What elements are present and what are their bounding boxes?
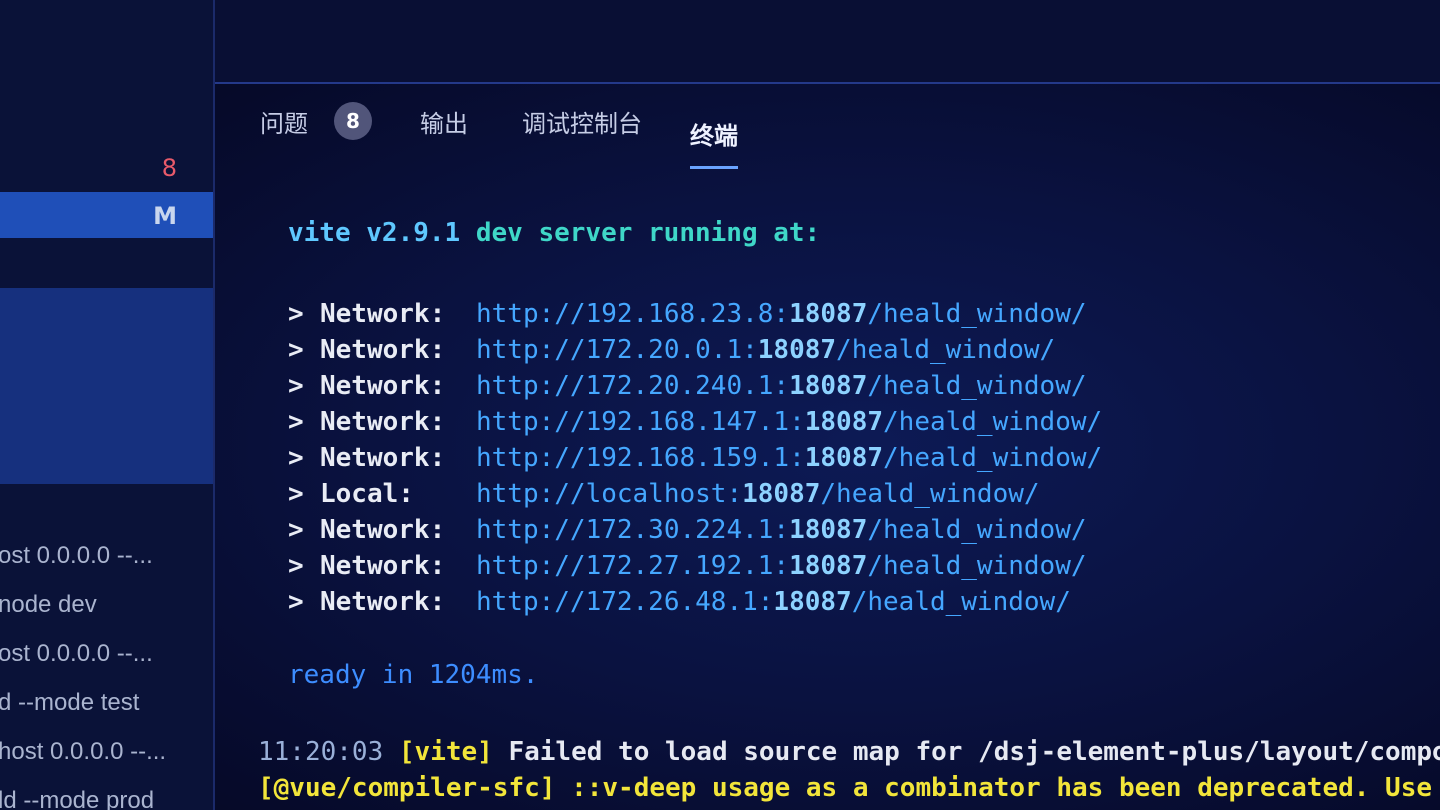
address-row: > Network: http://192.168.147.1:18087/he… — [288, 404, 1102, 440]
address-url[interactable]: http://172.20.0.1:18087/heald_window/ — [476, 332, 1055, 368]
warning-tag: [@vue/compiler-sfc] — [258, 773, 556, 803]
vite-banner: vite v2.9.1 dev server running at: — [288, 218, 1102, 248]
arrow-icon: > — [288, 515, 304, 545]
ready-message: ready in 1204ms. — [288, 660, 539, 690]
vscode-window: 8 M ost 0.0.0.0 --... node dev ost 0.0.0… — [0, 0, 1440, 810]
url-host: http://localhost: — [476, 479, 743, 509]
tab-debug-console[interactable]: 调试控制台 — [522, 104, 642, 139]
arrow-icon: > — [288, 371, 304, 401]
url-path: /heald_window/ — [820, 479, 1040, 509]
address-label: Network: — [320, 335, 446, 365]
log-message: Failed to load source map for /dsj-eleme… — [508, 737, 1440, 767]
terminal-output[interactable]: vite v2.9.1 dev server running at: > Net… — [288, 218, 1102, 690]
arrow-icon: > — [288, 443, 304, 473]
url-path: /heald_window/ — [836, 335, 1056, 365]
log-line: [@vue/compiler-sfc] ::v-deep usage as a … — [258, 770, 1440, 806]
sidebar-item-problems[interactable]: 8 — [0, 150, 213, 186]
problem-count-badge: 8 — [161, 154, 177, 182]
url-port: 18087 — [804, 407, 884, 437]
url-host: http://172.26.48.1: — [476, 587, 774, 617]
address-row: > Network: http://172.30.224.1:18087/hea… — [288, 512, 1102, 548]
tab-problems[interactable]: 问题 — [260, 104, 308, 139]
arrow-icon: > — [288, 479, 304, 509]
npm-script-item[interactable]: node dev — [0, 591, 97, 619]
sidebar-item-selected-file[interactable]: M — [0, 192, 213, 238]
url-host: http://192.168.23.8: — [476, 299, 790, 329]
url-path: /heald_window/ — [851, 587, 1071, 617]
address-url[interactable]: http://192.168.23.8:18087/heald_window/ — [476, 296, 1087, 332]
editor-area — [215, 0, 1440, 84]
npm-script-item[interactable]: ld --mode prod — [0, 787, 154, 810]
url-host: http://172.20.240.1: — [476, 371, 790, 401]
address-url[interactable]: http://172.30.224.1:18087/heald_window/ — [476, 512, 1087, 548]
address-label: Network: — [320, 515, 446, 545]
url-host: http://192.168.147.1: — [476, 407, 805, 437]
url-path: /heald_window/ — [883, 443, 1103, 473]
arrow-icon: > — [288, 551, 304, 581]
url-port: 18087 — [804, 443, 884, 473]
url-path: /heald_window/ — [867, 515, 1087, 545]
npm-script-item[interactable]: d --mode test — [0, 689, 139, 717]
url-path: /heald_window/ — [867, 371, 1087, 401]
address-row: > Network: http://172.27.192.1:18087/hea… — [288, 548, 1102, 584]
url-port: 18087 — [789, 371, 868, 401]
warning-message: ::v-deep usage as a combinator has been … — [571, 773, 1440, 803]
arrow-icon: > — [288, 587, 304, 617]
url-host: http://192.168.159.1: — [476, 443, 805, 473]
address-url[interactable]: http://192.168.159.1:18087/heald_window/ — [476, 440, 1102, 476]
address-url[interactable]: http://172.27.192.1:18087/heald_window/ — [476, 548, 1087, 584]
address-url[interactable]: http://localhost:18087/heald_window/ — [476, 476, 1040, 512]
tab-output[interactable]: 输出 — [420, 104, 468, 139]
log-tag: [vite] — [398, 737, 493, 767]
arrow-icon: > — [288, 407, 304, 437]
sidebar-highlight-block — [0, 288, 213, 484]
address-row: > Local: http://localhost:18087/heald_wi… — [288, 476, 1102, 512]
address-url[interactable]: http://192.168.147.1:18087/heald_window/ — [476, 404, 1102, 440]
url-port: 18087 — [789, 299, 868, 329]
address-label: Network: — [320, 371, 446, 401]
address-label: Network: — [320, 587, 446, 617]
arrow-icon: > — [288, 299, 304, 329]
url-host: http://172.27.192.1: — [476, 551, 790, 581]
problems-count-badge: 8 — [334, 102, 372, 140]
url-path: /heald_window/ — [883, 407, 1103, 437]
url-path: /heald_window/ — [867, 551, 1087, 581]
log-line: 11:20:03 [vite] Failed to load source ma… — [258, 734, 1440, 770]
address-row: > Network: http://172.26.48.1:18087/heal… — [288, 584, 1102, 620]
address-url[interactable]: http://172.20.240.1:18087/heald_window/ — [476, 368, 1087, 404]
npm-script-item[interactable]: ost 0.0.0.0 --... — [0, 542, 153, 570]
npm-script-item[interactable]: host 0.0.0.0 --... — [0, 738, 166, 766]
address-label: Network: — [320, 299, 446, 329]
address-label: Network: — [320, 407, 446, 437]
url-port: 18087 — [789, 515, 868, 545]
address-label: Local: — [320, 479, 414, 509]
url-port: 18087 — [789, 551, 868, 581]
url-port: 18087 — [757, 335, 837, 365]
address-row: > Network: http://192.168.159.1:18087/he… — [288, 440, 1102, 476]
url-host: http://172.30.224.1: — [476, 515, 790, 545]
tab-terminal[interactable]: 终端 — [690, 116, 738, 169]
banner-text: dev server running at: — [460, 218, 821, 248]
url-port: 18087 — [773, 587, 852, 617]
terminal-log: 11:20:03 [vite] Failed to load source ma… — [258, 734, 1440, 806]
arrow-icon: > — [288, 335, 304, 365]
address-row: > Network: http://172.20.0.1:18087/heald… — [288, 332, 1102, 368]
address-url[interactable]: http://172.26.48.1:18087/heald_window/ — [476, 584, 1071, 620]
address-list: > Network: http://192.168.23.8:18087/hea… — [288, 296, 1102, 620]
url-host: http://172.20.0.1: — [476, 335, 758, 365]
explorer-sidebar: 8 M ost 0.0.0.0 --... node dev ost 0.0.0… — [0, 0, 215, 810]
url-port: 18087 — [742, 479, 821, 509]
npm-script-item[interactable]: ost 0.0.0.0 --... — [0, 640, 153, 668]
address-row: > Network: http://172.20.240.1:18087/hea… — [288, 368, 1102, 404]
address-label: Network: — [320, 443, 446, 473]
address-label: Network: — [320, 551, 446, 581]
url-path: /heald_window/ — [867, 299, 1087, 329]
log-timestamp: 11:20:03 — [258, 737, 384, 767]
modified-status-badge: M — [153, 202, 177, 230]
address-row: > Network: http://192.168.23.8:18087/hea… — [288, 296, 1102, 332]
vite-version: vite v2.9.1 — [288, 218, 461, 248]
